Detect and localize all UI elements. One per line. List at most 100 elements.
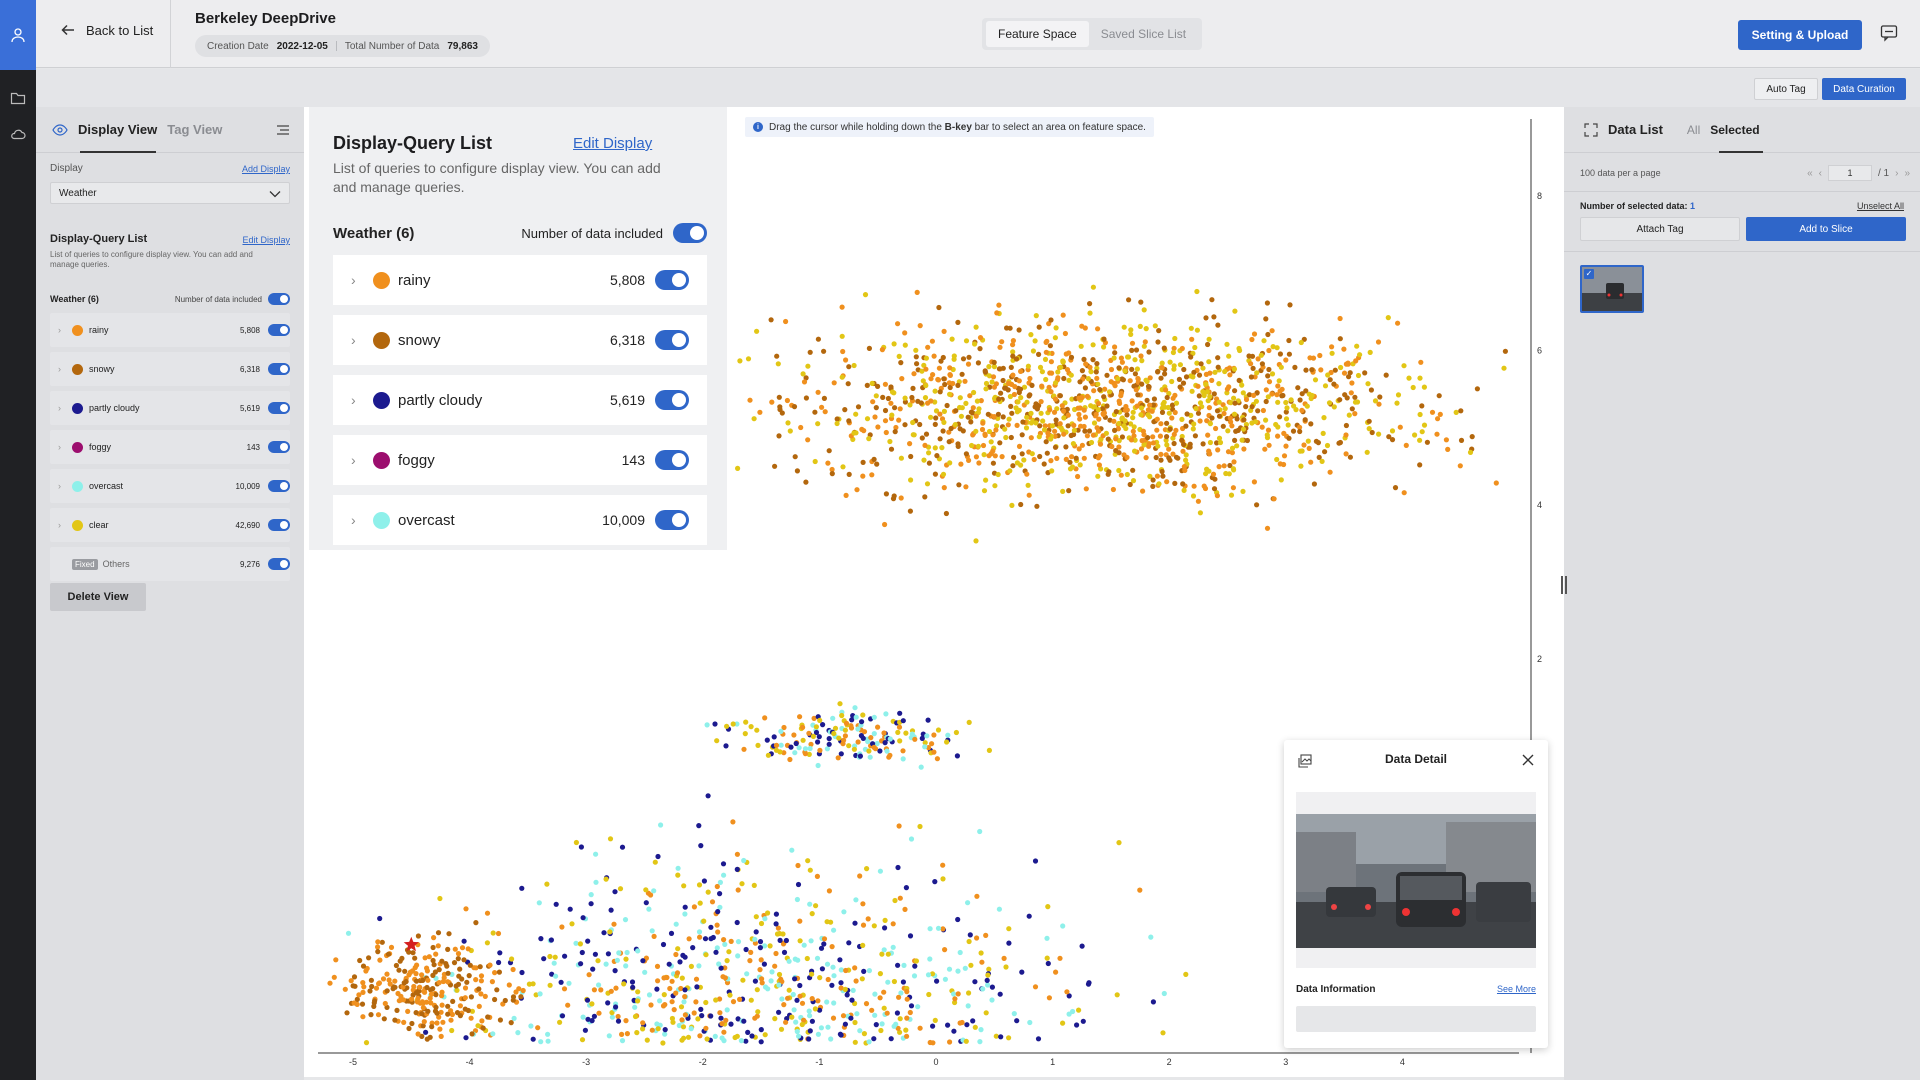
data-point — [414, 962, 420, 968]
data-point — [1329, 350, 1335, 356]
list-item[interactable]: › overcast 10,009 — [333, 495, 707, 545]
tab-selected[interactable]: Selected — [1710, 123, 1759, 137]
chevron-right-icon[interactable]: › — [58, 520, 68, 530]
list-item[interactable]: › rainy 5,808 — [333, 255, 707, 305]
add-display-link[interactable]: Add Display — [242, 164, 290, 174]
check-icon[interactable]: ✓ — [1584, 269, 1594, 279]
list-item-others[interactable]: Fixed Others 9,276 — [50, 547, 290, 581]
query-toggle[interactable] — [655, 390, 689, 410]
data-point — [1179, 345, 1185, 352]
next-page-icon[interactable]: › — [1895, 168, 1898, 179]
tab-feature-space[interactable]: Feature Space — [986, 21, 1089, 47]
data-point — [635, 989, 641, 995]
display-select[interactable]: Weather — [50, 182, 290, 204]
data-point — [754, 987, 760, 993]
query-toggle[interactable] — [655, 450, 689, 470]
others-toggle[interactable] — [268, 558, 290, 570]
data-point — [1019, 969, 1025, 975]
first-page-icon[interactable]: « — [1807, 168, 1813, 179]
unselect-all-link[interactable]: Unselect All — [1857, 201, 1904, 211]
edit-display-link[interactable]: Edit Display — [242, 235, 290, 245]
folder-button[interactable] — [0, 80, 36, 116]
query-toggle[interactable] — [268, 324, 290, 336]
data-point — [367, 988, 373, 994]
query-toggle[interactable] — [655, 510, 689, 530]
chevron-right-icon[interactable]: › — [58, 442, 68, 452]
query-toggle[interactable] — [655, 330, 689, 350]
data-point — [450, 998, 456, 1005]
data-curation-button[interactable]: Data Curation — [1822, 78, 1906, 100]
list-item[interactable]: › snowy 6,318 — [50, 352, 290, 386]
data-point — [1183, 423, 1189, 429]
data-point — [369, 983, 375, 990]
list-item[interactable]: › foggy 143 — [50, 430, 290, 464]
list-item[interactable]: › partly cloudy 5,619 — [333, 375, 707, 425]
setting-upload-button[interactable]: Setting & Upload — [1738, 20, 1862, 50]
back-to-list-button[interactable]: Back to List — [60, 22, 153, 38]
cluster-left[interactable] — [327, 920, 526, 1042]
see-more-link[interactable]: See More — [1497, 984, 1536, 994]
query-toggle[interactable] — [268, 363, 290, 375]
tab-tag-view[interactable]: Tag View — [167, 122, 222, 137]
tab-all[interactable]: All — [1687, 123, 1700, 137]
query-toggle[interactable] — [268, 402, 290, 414]
cluster-middle[interactable] — [704, 701, 993, 770]
data-point — [1458, 408, 1464, 414]
data-point — [398, 993, 404, 1000]
query-toggle[interactable] — [655, 270, 689, 290]
list-item[interactable]: › overcast 10,009 — [50, 469, 290, 503]
query-toggle[interactable] — [268, 480, 290, 492]
close-icon[interactable] — [1522, 754, 1534, 766]
chevron-right-icon[interactable]: › — [351, 452, 369, 468]
panel-resize-handle[interactable] — [1561, 576, 1567, 594]
user-button[interactable] — [0, 0, 36, 70]
list-item[interactable]: › snowy 6,318 — [333, 315, 707, 365]
data-thumbnail[interactable]: ✓ — [1580, 265, 1644, 313]
expand-icon[interactable] — [1584, 122, 1598, 137]
list-item[interactable]: › partly cloudy 5,619 — [50, 391, 290, 425]
sidebar-menu-button[interactable] — [276, 123, 290, 142]
data-point — [735, 939, 742, 945]
data-point — [682, 904, 688, 910]
chevron-right-icon[interactable]: › — [58, 364, 68, 374]
chevron-right-icon[interactable]: › — [351, 272, 369, 288]
list-item[interactable]: › clear 42,690 — [50, 508, 290, 542]
list-item[interactable]: › rainy 5,808 — [50, 313, 290, 347]
data-point — [666, 961, 672, 967]
cluster-lower[interactable] — [345, 793, 1189, 1046]
prev-page-icon[interactable]: ‹ — [1819, 168, 1822, 179]
chevron-right-icon[interactable]: › — [58, 325, 68, 335]
data-point — [850, 987, 856, 994]
data-point — [1155, 339, 1161, 345]
data-point — [1133, 347, 1140, 353]
overlay-edit-display-link[interactable]: Edit Display — [573, 135, 652, 152]
overlay-group-toggle[interactable] — [673, 223, 707, 243]
data-point — [660, 941, 667, 948]
chevron-right-icon[interactable]: › — [351, 512, 369, 528]
data-point — [812, 1006, 818, 1012]
data-point — [1322, 383, 1329, 389]
chevron-right-icon[interactable]: › — [351, 332, 369, 348]
data-point — [1421, 384, 1427, 390]
tab-display-view[interactable]: Display View — [78, 122, 157, 137]
group-toggle[interactable] — [268, 293, 290, 305]
query-toggle[interactable] — [268, 519, 290, 531]
cloud-button[interactable] — [0, 116, 36, 152]
chevron-right-icon[interactable]: › — [351, 392, 369, 408]
data-point — [1419, 429, 1425, 435]
last-page-icon[interactable]: » — [1904, 168, 1910, 179]
chat-button[interactable] — [1880, 24, 1898, 47]
data-point — [768, 978, 774, 984]
data-point — [882, 917, 888, 924]
tab-saved-slice-list[interactable]: Saved Slice List — [1089, 21, 1198, 47]
query-toggle[interactable] — [268, 441, 290, 453]
chevron-right-icon[interactable]: › — [58, 481, 68, 491]
attach-tag-button[interactable]: Attach Tag — [1580, 217, 1740, 241]
delete-view-button[interactable]: Delete View — [50, 583, 146, 611]
list-item[interactable]: › foggy 143 — [333, 435, 707, 485]
auto-tag-button[interactable]: Auto Tag — [1754, 78, 1818, 100]
cluster-upper[interactable] — [735, 284, 1508, 544]
page-input[interactable]: 1 — [1827, 165, 1872, 181]
chevron-right-icon[interactable]: › — [58, 403, 68, 413]
add-to-slice-button[interactable]: Add to Slice — [1746, 217, 1906, 241]
